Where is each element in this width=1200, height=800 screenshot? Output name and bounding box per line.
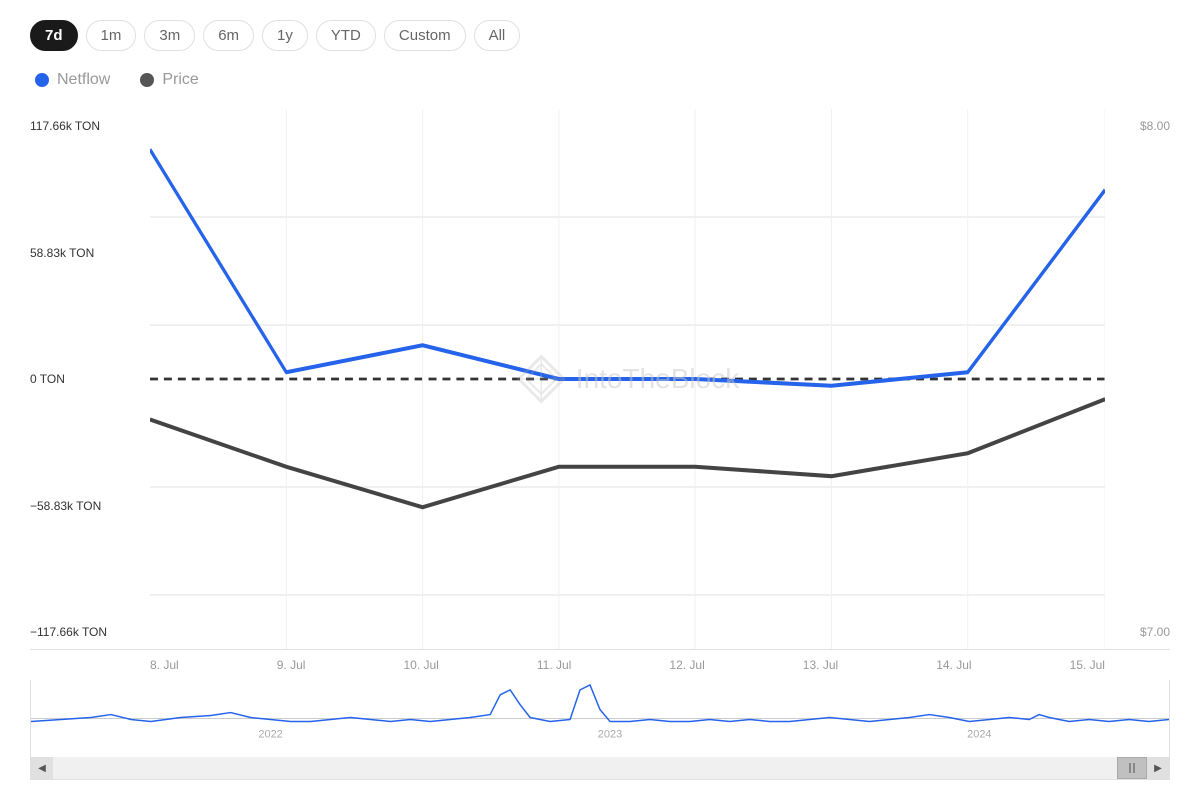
legend-price: Price bbox=[140, 71, 198, 89]
y-label-top: 117.66k TON bbox=[30, 119, 150, 133]
mini-chart-inner: 2022 2023 2024 bbox=[31, 680, 1169, 757]
time-btn-3m[interactable]: 3m bbox=[144, 20, 195, 51]
netflow-dot bbox=[35, 73, 49, 87]
x-label-1: 8. Jul bbox=[150, 658, 179, 672]
x-label-2: 9. Jul bbox=[277, 658, 306, 672]
y-right-top: $8.00 bbox=[1140, 119, 1170, 133]
x-label-3: 10. Jul bbox=[403, 658, 438, 672]
time-btn-ytd[interactable]: YTD bbox=[316, 20, 376, 51]
legend-netflow: Netflow bbox=[35, 71, 110, 89]
scroll-left-button[interactable]: ◀ bbox=[31, 757, 53, 779]
time-range-selector: 7d 1m3m 6m 1y YTD Custom All bbox=[30, 20, 1170, 51]
x-label-5: 12. Jul bbox=[669, 658, 704, 672]
x-label-7: 14. Jul bbox=[936, 658, 971, 672]
time-btn-custom[interactable]: Custom bbox=[384, 20, 466, 51]
scroll-bar: ◀ ▶ bbox=[31, 757, 1169, 779]
y-label-zero: 0 TON bbox=[30, 372, 150, 386]
y-label-2: 58.83k TON bbox=[30, 246, 150, 260]
svg-text:2022: 2022 bbox=[258, 728, 282, 740]
mini-netflow-line bbox=[31, 685, 1169, 722]
time-btn-6m[interactable]: 6m bbox=[203, 20, 254, 51]
netflow-label: Netflow bbox=[57, 71, 110, 89]
grip-line-1 bbox=[1129, 763, 1131, 773]
scroll-thumb-grip bbox=[1129, 763, 1135, 773]
time-btn-1m[interactable]: 1m bbox=[86, 20, 137, 51]
svg-text:2024: 2024 bbox=[967, 728, 991, 740]
time-btn-all[interactable]: All bbox=[474, 20, 521, 51]
chart-area: 117.66k TON 58.83k TON 0 TON −58.83k TON… bbox=[30, 109, 1170, 780]
x-label-8: 15. Jul bbox=[1070, 658, 1105, 672]
main-chart: 117.66k TON 58.83k TON 0 TON −58.83k TON… bbox=[30, 109, 1170, 650]
scroll-thumb[interactable] bbox=[1117, 757, 1147, 779]
price-dot bbox=[140, 73, 154, 87]
x-label-4: 11. Jul bbox=[537, 658, 571, 672]
time-btn-7d[interactable]: 7d bbox=[30, 20, 78, 51]
x-label-6: 13. Jul bbox=[803, 658, 838, 672]
chart-legend: Netflow Price bbox=[30, 71, 1170, 89]
svg-text:2023: 2023 bbox=[598, 728, 622, 740]
y-right-bottom: $7.00 bbox=[1140, 625, 1170, 639]
chart-svg-container: IntoTheBlock bbox=[150, 109, 1105, 649]
scroll-track[interactable] bbox=[53, 757, 1147, 779]
y-label-bottom: −117.66k TON bbox=[30, 625, 150, 639]
mini-chart-wrapper: 2022 2023 2024 ◀ ▶ bbox=[30, 680, 1170, 780]
y-axis-right: $8.00 $7.00 bbox=[1110, 109, 1170, 649]
time-btn-1y[interactable]: 1y bbox=[262, 20, 308, 51]
price-line bbox=[150, 399, 1105, 507]
y-label-4: −58.83k TON bbox=[30, 499, 150, 513]
x-axis: 8. Jul 9. Jul 10. Jul 11. Jul 12. Jul 13… bbox=[30, 650, 1170, 680]
main-chart-svg bbox=[150, 109, 1105, 649]
price-label: Price bbox=[162, 71, 198, 89]
y-axis-left: 117.66k TON 58.83k TON 0 TON −58.83k TON… bbox=[30, 109, 150, 649]
scroll-right-button[interactable]: ▶ bbox=[1147, 757, 1169, 779]
netflow-line bbox=[150, 150, 1105, 386]
mini-chart-svg: 2022 2023 2024 bbox=[31, 680, 1169, 757]
grip-line-2 bbox=[1133, 763, 1135, 773]
